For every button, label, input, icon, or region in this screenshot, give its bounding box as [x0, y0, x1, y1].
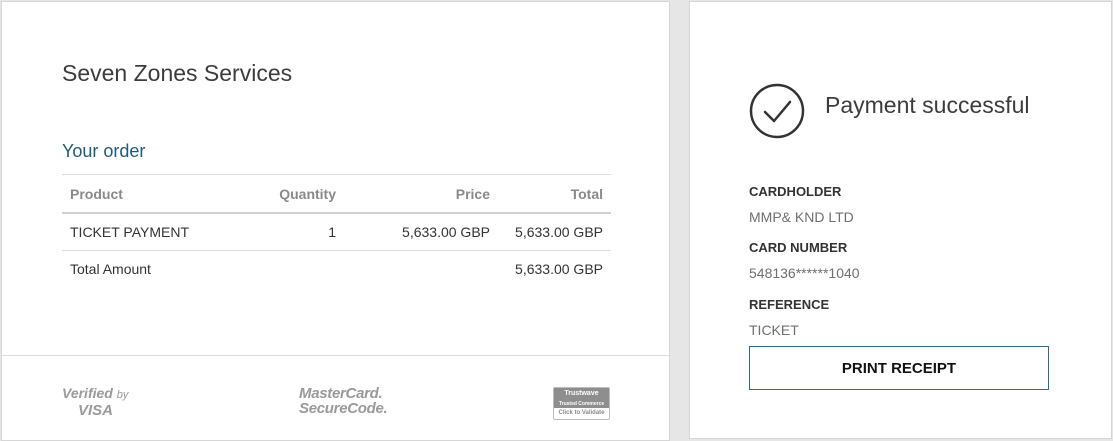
order-panel: Seven Zones Services Your order Product …: [1, 1, 670, 441]
cardholder-label: CARDHOLDER: [749, 184, 842, 199]
order-table: Product Quantity Price Total TICKET PAYM…: [62, 174, 611, 287]
check-circle-icon: [749, 83, 805, 139]
column-header-product: Product: [62, 174, 238, 214]
table-header-row: Product Quantity Price Total: [62, 174, 611, 214]
card-number-label: CARD NUMBER: [749, 240, 848, 255]
payment-status-panel: Payment successful CARDHOLDER MMP& KND L…: [689, 1, 1112, 439]
row-product: TICKET PAYMENT: [62, 213, 238, 251]
mastercard-securecode-logo: MasterCard. SecureCode.: [299, 385, 388, 417]
cardholder-value: MMP& KND LTD: [749, 209, 854, 225]
column-header-price: Price: [344, 174, 498, 214]
total-amount-label: Total Amount: [70, 261, 151, 277]
total-row: Total Amount 5,633.00 GBP: [62, 251, 611, 288]
merchant-name: Seven Zones Services: [62, 60, 293, 86]
total-amount-value: 5,633.00 GBP: [515, 261, 603, 277]
reference-label: REFERENCE: [749, 297, 830, 312]
column-header-total: Total: [498, 174, 611, 214]
row-price: 5,633.00 GBP: [344, 213, 498, 251]
row-quantity: 1: [238, 213, 344, 251]
row-total: 5,633.00 GBP: [498, 213, 611, 251]
footer-divider: [2, 355, 669, 356]
card-number-value: 548136******1040: [749, 265, 860, 281]
payment-status-title: Payment successful: [825, 92, 1030, 118]
verified-by-visa-logo: Verified by VISA: [62, 385, 129, 419]
table-row: TICKET PAYMENT 1 5,633.00 GBP 5,633.00 G…: [62, 213, 611, 251]
order-heading: Your order: [62, 141, 146, 161]
column-header-quantity: Quantity: [238, 174, 344, 214]
reference-value: TICKET: [749, 322, 799, 338]
print-receipt-button[interactable]: PRINT RECEIPT: [749, 346, 1049, 390]
trustwave-seal[interactable]: Trustwave Trusted Commerce Click to Vali…: [553, 387, 610, 420]
